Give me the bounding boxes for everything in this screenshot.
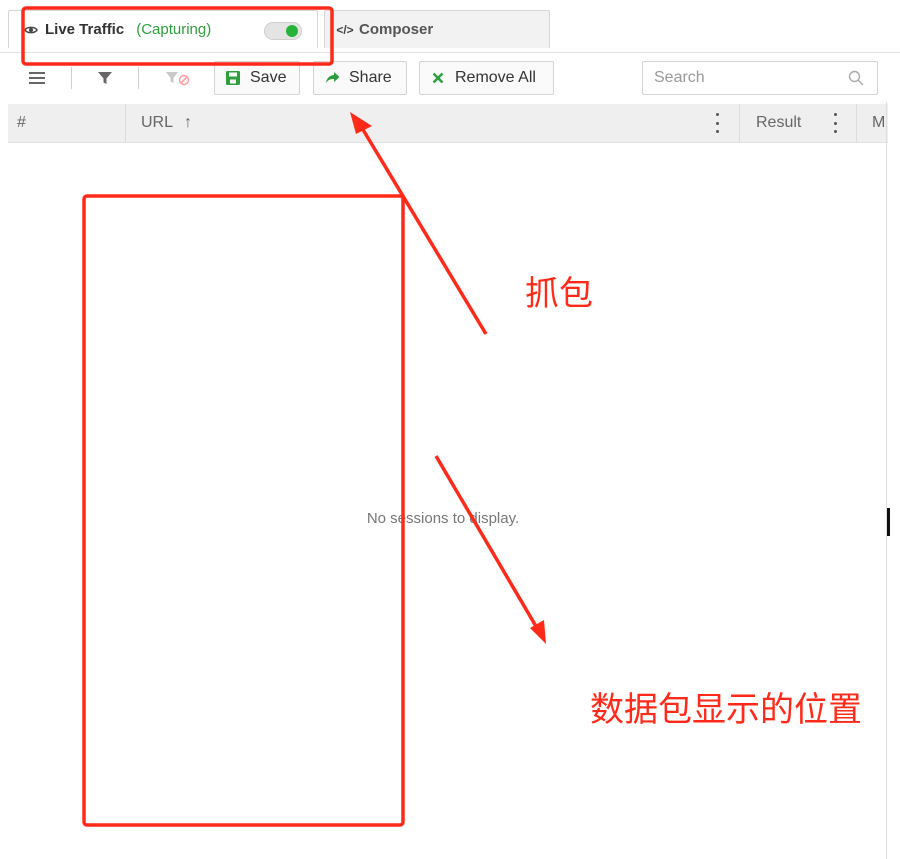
column-menu-icon[interactable] — [831, 113, 839, 133]
column-method[interactable]: M — [872, 114, 885, 132]
toolbar: Save Share Remove All — [0, 52, 900, 103]
tab-bar: Live Traffic (Capturing) </> Composer — [0, 0, 900, 48]
eye-icon — [23, 25, 39, 35]
remove-all-label: Remove All — [455, 69, 536, 86]
capture-toggle[interactable] — [264, 22, 302, 40]
share-label: Share — [349, 69, 392, 86]
code-icon: </> — [336, 22, 354, 37]
magnifier-icon[interactable] — [848, 70, 864, 86]
filter-off-icon[interactable] — [164, 68, 192, 88]
tab-live-traffic[interactable]: Live Traffic (Capturing) — [8, 10, 318, 48]
column-resizer[interactable] — [125, 104, 126, 142]
column-result[interactable]: Result — [756, 114, 801, 132]
column-resizer[interactable] — [856, 104, 857, 142]
text-cursor — [887, 508, 890, 536]
column-number[interactable]: # — [17, 114, 26, 132]
remove-all-button[interactable]: Remove All — [419, 61, 554, 95]
column-url[interactable]: URL — [141, 114, 173, 132]
column-header: # URL ↑ Result M — [8, 104, 888, 143]
hamburger-icon[interactable] — [27, 68, 47, 88]
grid-scroll-edge — [886, 102, 887, 859]
floppy-disk-icon — [225, 70, 241, 86]
x-icon — [430, 70, 446, 86]
empty-message: No sessions to display. — [366, 510, 520, 527]
column-resizer[interactable] — [739, 104, 740, 142]
share-arrow-icon — [324, 70, 340, 86]
tab-live-traffic-label: Live Traffic — [45, 21, 125, 38]
tab-composer-label: Composer — [359, 21, 434, 38]
toolbar-divider — [138, 67, 139, 89]
toolbar-divider — [71, 67, 72, 89]
sort-ascending-icon: ↑ — [184, 114, 192, 131]
save-button[interactable]: Save — [214, 61, 300, 95]
tab-composer[interactable]: </> Composer — [324, 10, 550, 48]
search-input[interactable] — [642, 61, 878, 95]
filter-icon[interactable] — [95, 68, 115, 88]
session-grid[interactable]: No sessions to display. — [8, 142, 888, 859]
capturing-status: (Capturing) — [136, 21, 212, 38]
column-menu-icon[interactable] — [713, 113, 721, 133]
packet-area-annotation: 数据包显示的位置 — [590, 690, 862, 730]
share-button[interactable]: Share — [313, 61, 407, 95]
save-label: Save — [250, 69, 287, 86]
capture-annotation: 抓包 — [525, 274, 593, 314]
toggle-knob — [286, 25, 298, 37]
